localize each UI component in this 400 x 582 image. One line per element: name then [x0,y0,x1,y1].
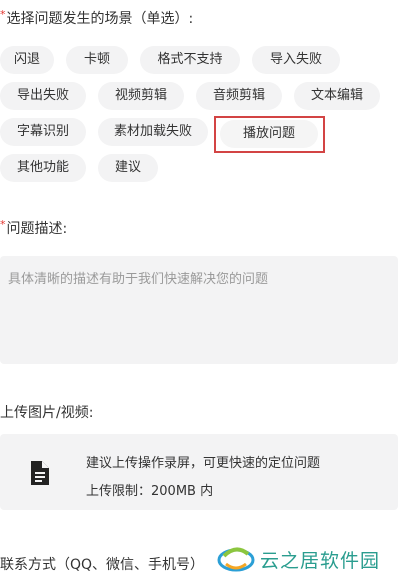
description-textarea[interactable] [0,256,398,364]
required-mark: * [0,8,6,21]
scene-option-lag[interactable]: 卡顿 [66,46,128,74]
scene-label: *选择问题发生的场景（单选）: [0,8,193,28]
contact-label: 联系方式（QQ、微信、手机号） [0,557,205,573]
required-mark: * [0,218,6,231]
watermark: 云之居软件园 [212,534,400,582]
scene-option-other-features[interactable]: 其他功能 [0,154,86,182]
scene-option-audio-edit[interactable]: 音频剪辑 [196,82,282,110]
scene-label-text: 选择问题发生的场景（单选）: [6,11,194,27]
description-label-text: 问题描述: [6,221,68,237]
scene-option-video-edit[interactable]: 视频剪辑 [98,82,184,110]
scene-option-crash[interactable]: 闪退 [0,46,54,74]
scene-option-text-edit[interactable]: 文本编辑 [294,82,380,110]
scene-option-import-failed[interactable]: 导入失败 [252,46,340,74]
watermark-logo-icon [217,547,255,572]
scene-option-asset-load-failed[interactable]: 素材加载失败 [98,118,208,146]
watermark-text: 云之居软件园 [260,550,381,572]
upload-limit: 上传限制：200MB 内 [86,484,214,499]
scene-option-format-unsupported[interactable]: 格式不支持 [140,46,240,74]
description-label: *问题描述: [0,218,67,238]
upload-dropzone[interactable]: 建议上传操作录屏，可更快速的定位问题 上传限制：200MB 内 [0,434,398,510]
scene-option-export-failed[interactable]: 导出失败 [0,82,86,110]
scene-options: 闪退 卡顿 格式不支持 导入失败 导出失败 视频剪辑 音频剪辑 文本编辑 字幕识… [0,44,400,184]
scene-option-suggestion[interactable]: 建议 [98,154,158,182]
scene-option-subtitle-recognition[interactable]: 字幕识别 [0,118,86,146]
selected-highlight-frame [214,116,325,153]
upload-label: 上传图片/视频: [0,405,94,421]
description-field-container [0,256,398,364]
upload-hint: 建议上传操作录屏，可更快速的定位问题 [86,456,321,471]
document-icon [31,461,49,485]
